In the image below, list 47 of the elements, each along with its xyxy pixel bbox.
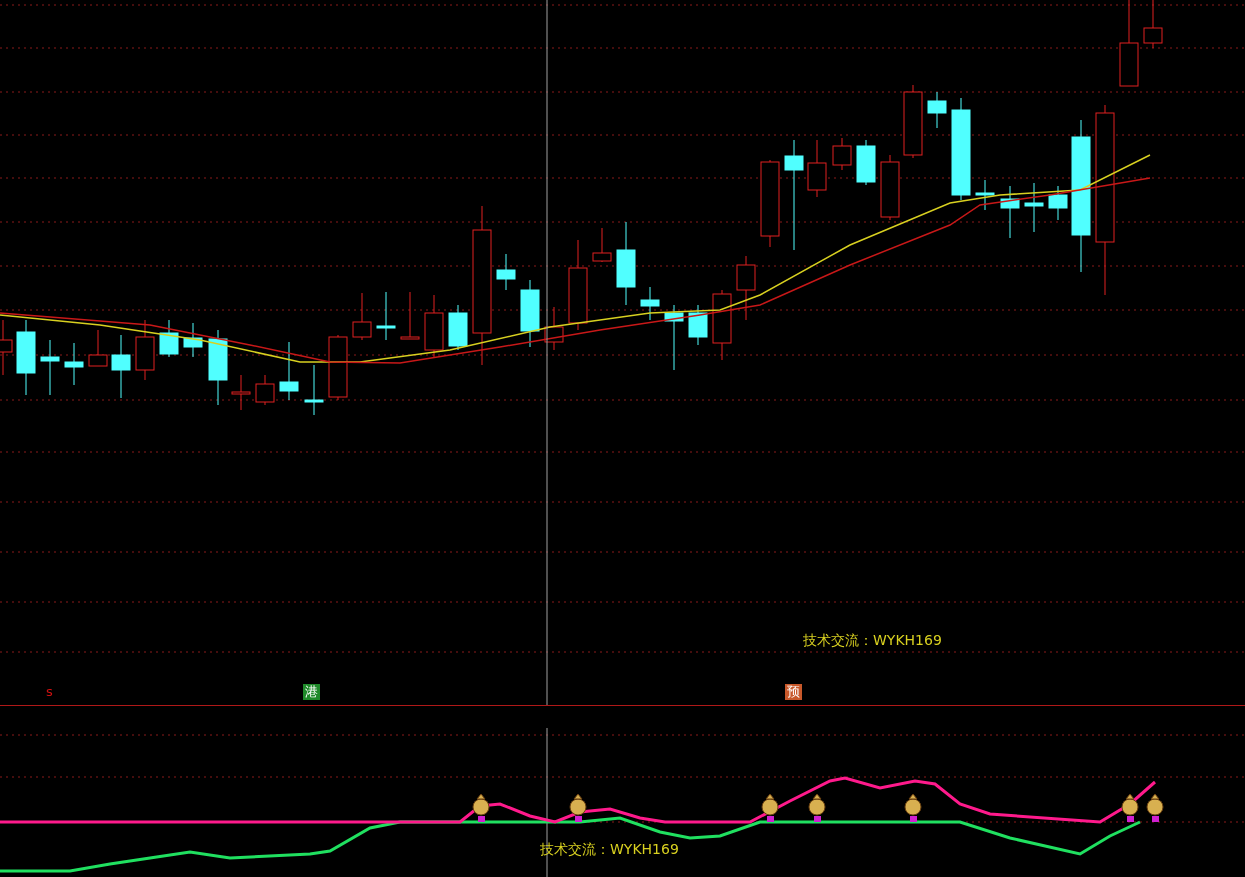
candlestick — [880, 154, 900, 221]
money-bag-icon — [1146, 793, 1164, 822]
candlestick — [544, 306, 564, 351]
money-bag-icon — [808, 793, 826, 822]
candlestick — [856, 139, 876, 186]
candlestick — [64, 342, 84, 386]
candlestick — [183, 322, 203, 358]
candlestick — [712, 289, 732, 361]
candlestick — [520, 279, 540, 348]
candlestick — [592, 227, 612, 263]
candlestick — [135, 319, 155, 381]
money-bag-icon — [569, 793, 587, 822]
money-bag-icon — [904, 793, 922, 822]
candlestick — [807, 139, 827, 198]
candlestick — [832, 137, 852, 171]
candlestick — [376, 291, 396, 341]
money-bag-icon — [761, 793, 779, 822]
candlestick — [88, 329, 108, 367]
signal-marker: s — [45, 684, 54, 700]
candlestick — [111, 334, 131, 399]
candlestick — [40, 339, 60, 396]
candlestick — [688, 304, 708, 346]
candlestick — [424, 294, 444, 358]
candlestick — [1048, 185, 1068, 221]
candlestick — [975, 179, 995, 211]
candlestick — [352, 292, 372, 341]
candlestick — [448, 304, 468, 351]
candlestick — [328, 334, 348, 401]
signal-marker: 港 — [303, 684, 320, 700]
candlestick — [1000, 185, 1020, 239]
candlestick — [640, 286, 660, 321]
candlestick — [1024, 182, 1044, 233]
candlestick — [231, 374, 251, 411]
candlestick — [400, 291, 420, 340]
money-bag-icon — [1121, 793, 1139, 822]
chart-caption: 技术交流：WYKH169 — [540, 841, 679, 859]
candlestick — [927, 91, 947, 129]
candlestick — [255, 374, 275, 406]
candlestick — [279, 341, 299, 401]
chart-caption: 技术交流：WYKH169 — [803, 632, 942, 650]
signal-marker: 预 — [785, 684, 802, 700]
candlestick — [304, 364, 324, 416]
candlestick — [159, 319, 179, 358]
candlestick — [736, 255, 756, 321]
money-bag-icon — [472, 793, 490, 822]
candlestick — [664, 304, 684, 371]
candlestick — [496, 253, 516, 291]
